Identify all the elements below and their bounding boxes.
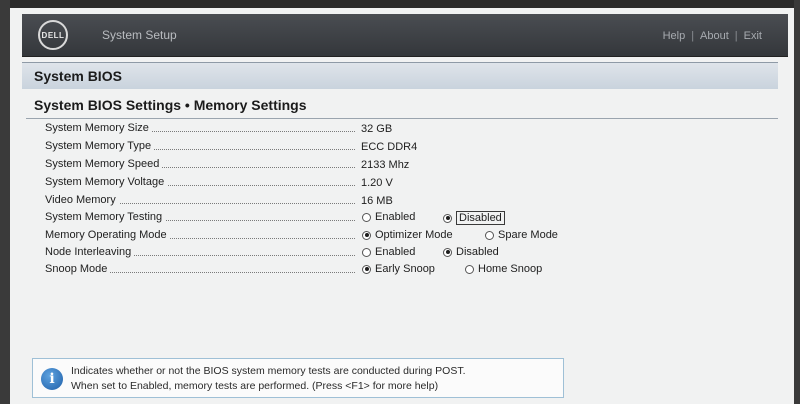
setting-label: Snoop Mode: [45, 263, 111, 275]
radio-selected-icon[interactable]: [362, 230, 371, 240]
setting-row-video-memory: Video Memory 16 MB: [0, 193, 800, 210]
title-divider: [26, 118, 778, 119]
setting-row-system-memory-speed: System Memory Speed 2133 Mhz: [0, 157, 800, 174]
radio-option-home-snoop[interactable]: Home Snoop: [465, 263, 542, 275]
setting-row-system-memory-testing: System Memory Testing Enabled Disabled: [0, 210, 800, 227]
dell-logo: DELL: [38, 20, 68, 50]
help-text: Indicates whether or not the BIOS system…: [71, 364, 466, 394]
radio-unselected-icon[interactable]: [362, 212, 371, 222]
exit-link[interactable]: Exit: [744, 30, 762, 42]
option-label: Early Snoop: [375, 263, 435, 275]
help-line-2: When set to Enabled, memory tests are pe…: [71, 380, 439, 392]
option-label: Disabled: [456, 246, 499, 258]
setting-row-system-memory-size: System Memory Size 32 GB: [0, 121, 800, 138]
setting-label: Node Interleaving: [45, 246, 135, 258]
header-links: Help | About | Exit: [663, 30, 762, 42]
radio-option-enabled[interactable]: Enabled: [362, 246, 415, 258]
setting-value: 2133 Mhz: [361, 159, 410, 171]
option-label: Spare Mode: [498, 229, 558, 241]
monitor-bezel-top: [0, 0, 800, 8]
link-separator: |: [691, 30, 695, 42]
radio-unselected-icon[interactable]: [485, 230, 494, 240]
help-line-1: Indicates whether or not the BIOS system…: [71, 365, 466, 377]
setting-value: ECC DDR4: [361, 141, 418, 153]
setting-value: 16 MB: [361, 195, 393, 207]
radio-option-enabled[interactable]: Enabled: [362, 211, 415, 223]
info-icon: i: [41, 368, 63, 390]
radio-option-early-snoop[interactable]: Early Snoop: [362, 263, 435, 275]
setting-label: System Memory Speed: [45, 158, 163, 170]
radio-unselected-icon[interactable]: [465, 264, 474, 274]
link-separator: |: [734, 30, 738, 42]
option-label: Enabled: [375, 246, 416, 258]
setting-label: Video Memory: [45, 194, 119, 206]
setting-label: System Memory Testing: [45, 211, 166, 223]
setting-row-node-interleaving: Node Interleaving Enabled Disabled: [0, 245, 800, 262]
radio-option-spare-mode[interactable]: Spare Mode: [485, 229, 558, 241]
setting-label: Memory Operating Mode: [45, 229, 170, 241]
setting-row-system-memory-type: System Memory Type ECC DDR4: [0, 139, 800, 156]
setting-value: 1.20 V: [361, 177, 393, 189]
bios-screen: DELL System Setup Help | About | Exit Sy…: [0, 0, 800, 404]
setting-row-system-memory-voltage: System Memory Voltage 1.20 V: [0, 175, 800, 192]
section-title: System BIOS: [34, 68, 122, 84]
section-header: System BIOS: [22, 62, 778, 89]
option-label-focused: Disabled: [456, 211, 505, 225]
setting-label: System Memory Type: [45, 140, 155, 152]
setting-row-snoop-mode: Snoop Mode Early Snoop Home Snoop: [0, 262, 800, 279]
setting-label: System Memory Voltage: [45, 176, 168, 188]
setting-row-memory-operating-mode: Memory Operating Mode Optimizer Mode Spa…: [0, 228, 800, 245]
radio-option-disabled[interactable]: Disabled: [443, 246, 499, 258]
setting-value: 32 GB: [361, 123, 393, 135]
page-title: System BIOS Settings • Memory Settings: [34, 97, 307, 113]
option-label: Home Snoop: [478, 263, 543, 275]
option-label: Optimizer Mode: [375, 229, 453, 241]
radio-unselected-icon[interactable]: [362, 247, 371, 257]
header-bar: DELL System Setup Help | About | Exit: [22, 14, 788, 57]
option-label: Enabled: [375, 211, 416, 223]
about-link[interactable]: About: [700, 30, 729, 42]
setting-label: System Memory Size: [45, 122, 152, 134]
help-link[interactable]: Help: [663, 30, 686, 42]
radio-selected-icon[interactable]: [362, 264, 371, 274]
app-title: System Setup: [102, 28, 177, 42]
radio-selected-icon[interactable]: [443, 213, 452, 223]
help-box: i Indicates whether or not the BIOS syst…: [32, 358, 564, 398]
radio-option-optimizer-mode[interactable]: Optimizer Mode: [362, 229, 453, 241]
radio-option-disabled[interactable]: Disabled: [443, 211, 505, 225]
radio-selected-icon[interactable]: [443, 247, 452, 257]
